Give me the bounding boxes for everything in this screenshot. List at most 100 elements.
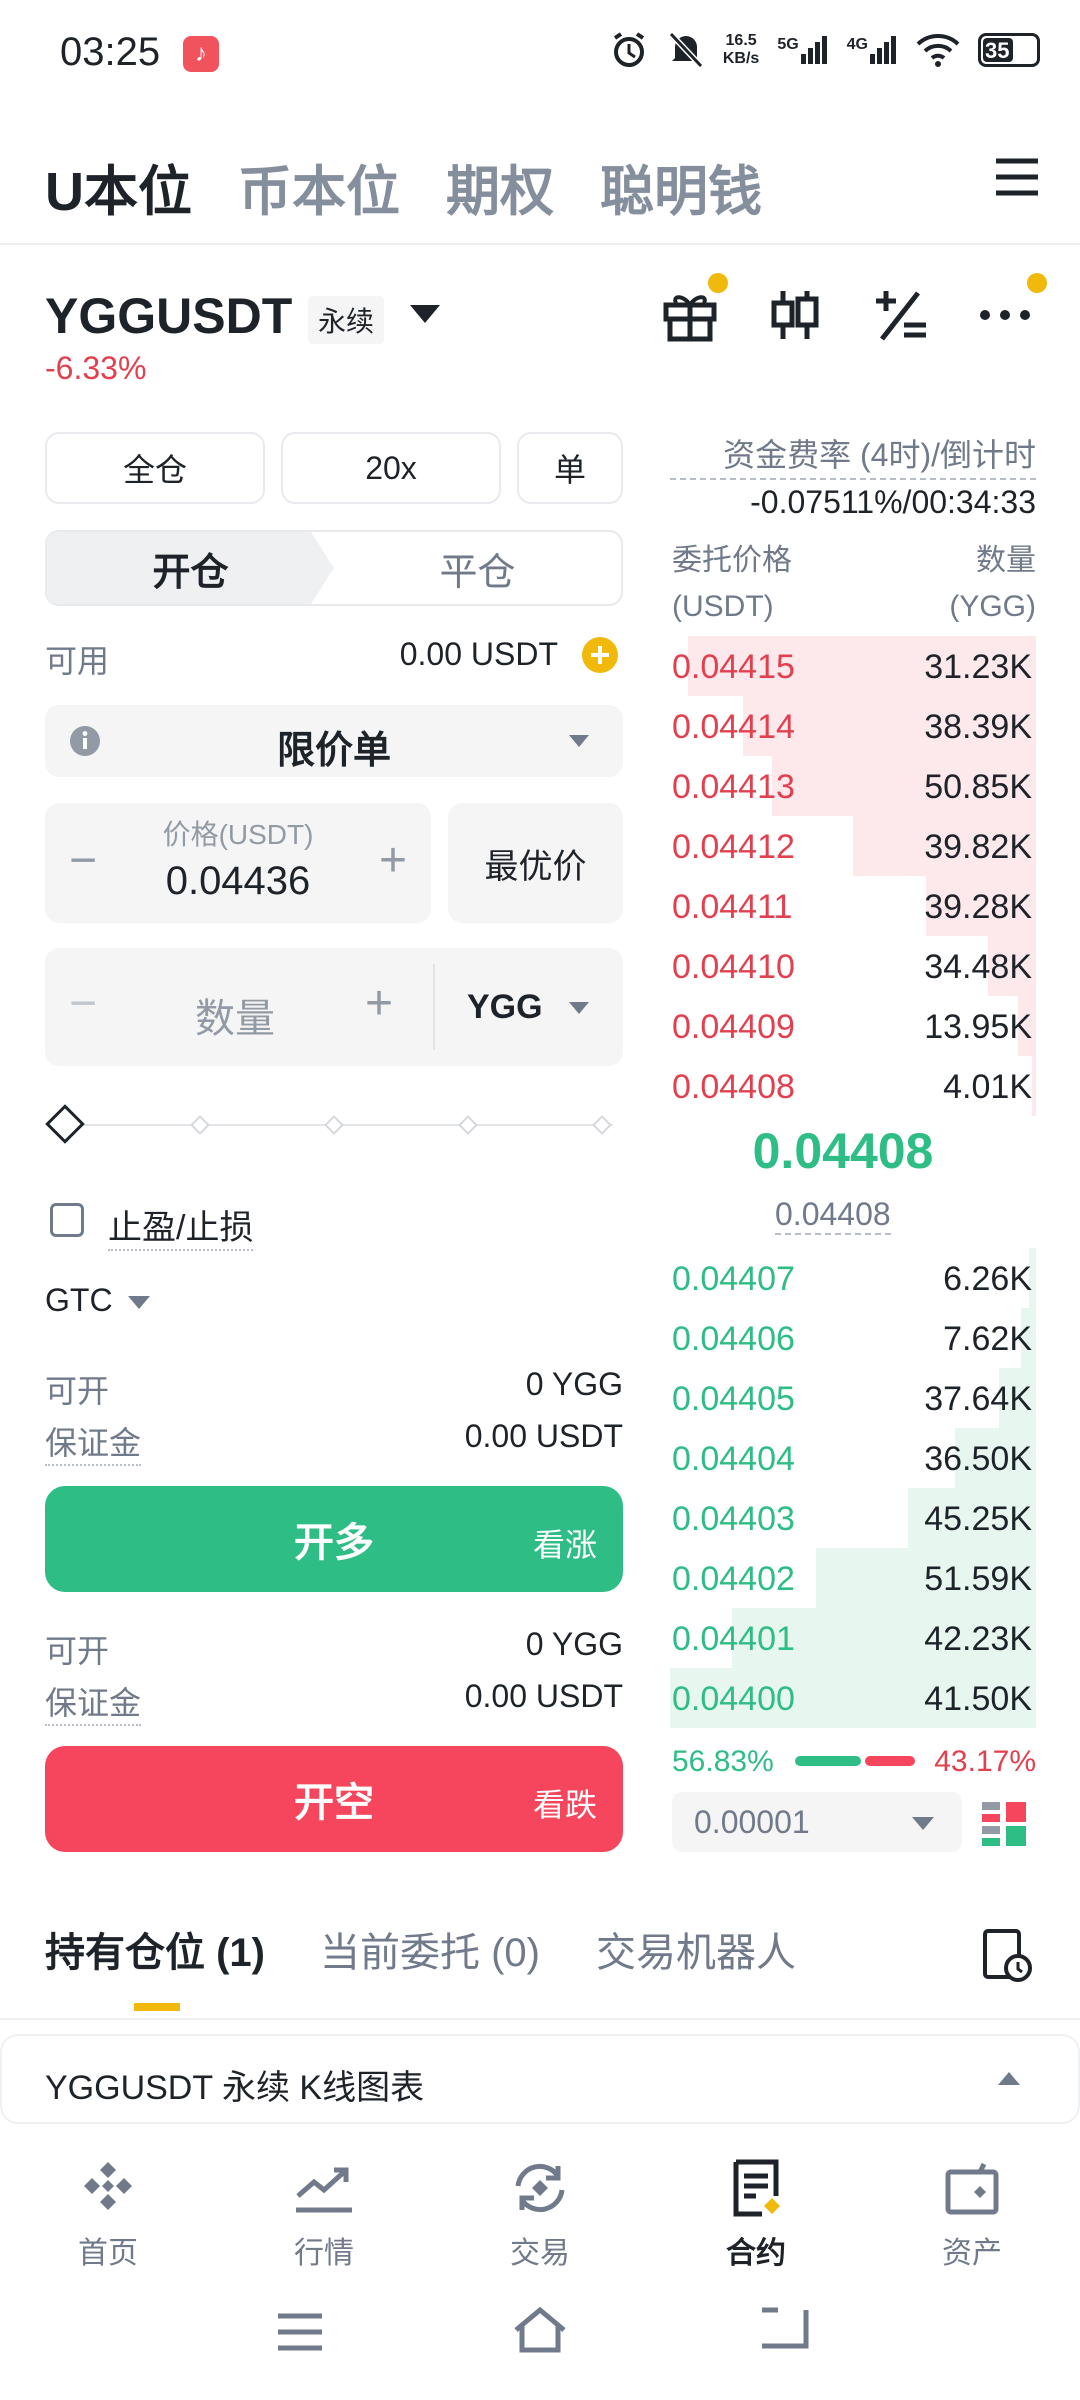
system-nav-bar xyxy=(0,2290,1080,2400)
price-plus-button[interactable]: + xyxy=(379,833,407,888)
home-logo-icon xyxy=(84,2162,132,2210)
open-short-button[interactable]: 开空 看跌 xyxy=(45,1746,623,1852)
chevron-up-icon[interactable] xyxy=(998,2072,1020,2085)
ask-row[interactable]: 0.04408 4.01K xyxy=(670,1056,1036,1116)
nav-assets[interactable]: 资产 xyxy=(864,2140,1080,2280)
nav-futures[interactable]: 合约 xyxy=(648,2140,864,2280)
best-price-button[interactable]: 最优价 xyxy=(448,803,623,923)
quantity-slider[interactable] xyxy=(45,1100,623,1150)
slider-tick[interactable] xyxy=(190,1115,210,1135)
quantity-unit[interactable]: YGG xyxy=(467,988,543,1027)
home-button-icon[interactable] xyxy=(510,2304,570,2356)
price-label: 价格(USDT) xyxy=(162,819,314,850)
symbol-dropdown-icon[interactable] xyxy=(410,305,440,323)
ask-row[interactable]: 0.04415 31.23K xyxy=(670,636,1036,696)
tab-close[interactable]: 平仓 xyxy=(334,532,621,604)
bid-quantity: 42.23K xyxy=(924,1620,1032,1658)
ask-row[interactable]: 0.04412 39.82K xyxy=(670,816,1036,876)
nav-markets[interactable]: 行情 xyxy=(216,2140,432,2280)
short-margin-label[interactable]: 保证金 xyxy=(45,1678,142,1726)
tab-positions[interactable]: 持有仓位 (1) xyxy=(45,1920,265,1978)
quantity-input[interactable]: − 数量 + YGG xyxy=(45,948,623,1066)
chevron-down-icon[interactable] xyxy=(128,1296,150,1309)
bid-row[interactable]: 0.04406 7.62K xyxy=(670,1308,1036,1368)
price-change: -6.33% xyxy=(45,350,147,386)
gift-icon[interactable] xyxy=(660,273,728,345)
quantity-plus-button[interactable]: + xyxy=(365,976,393,1031)
leverage-button[interactable]: 20x xyxy=(281,432,501,504)
nav-home[interactable]: 首页 xyxy=(0,2140,216,2280)
signal-bars-icon xyxy=(870,36,896,64)
signal-5g: 5G xyxy=(777,36,828,64)
tab-coin-margined[interactable]: 币本位 xyxy=(238,147,400,226)
candlestick-chart-icon[interactable] xyxy=(765,285,825,345)
bottom-nav: 首页 行情 交易 合约 资产 xyxy=(0,2140,1080,2280)
tab-smart-money[interactable]: 聪明钱 xyxy=(600,147,762,226)
tab-usdt-margined[interactable]: U本位 xyxy=(45,147,192,226)
back-button-icon[interactable] xyxy=(754,2304,810,2356)
signal-4g-label: 4G xyxy=(846,36,868,53)
tab-open-orders[interactable]: 当前委托 (0) xyxy=(320,1920,540,1978)
bid-quantity: 37.64K xyxy=(924,1380,1032,1418)
ask-row[interactable]: 0.04411 39.28K xyxy=(670,876,1036,936)
ask-row[interactable]: 0.04414 38.39K xyxy=(670,696,1036,756)
slider-tick[interactable] xyxy=(458,1115,478,1135)
net-speed-unit: KB/s xyxy=(722,50,760,67)
bid-row[interactable]: 0.04407 6.26K xyxy=(670,1248,1036,1308)
symbol-name[interactable]: YGGUSDT xyxy=(45,287,292,345)
order-history-icon[interactable] xyxy=(982,1928,1032,1984)
perpetual-badge: 永续 xyxy=(308,296,385,344)
bid-row[interactable]: 0.04402 51.59K xyxy=(670,1548,1036,1608)
long-margin-label[interactable]: 保证金 xyxy=(45,1418,142,1466)
bid-quantity: 7.62K xyxy=(943,1320,1032,1358)
ask-row[interactable]: 0.04413 50.85K xyxy=(670,756,1036,816)
tab-open[interactable]: 开仓 xyxy=(47,532,334,604)
qty-header-unit: (YGG) xyxy=(949,590,1036,623)
bid-quantity: 6.26K xyxy=(943,1260,1032,1298)
slider-tick[interactable] xyxy=(592,1115,612,1135)
tab-options[interactable]: 期权 xyxy=(446,147,554,226)
mark-price[interactable]: 0.04408 xyxy=(775,1196,891,1235)
ask-price: 0.04413 xyxy=(672,768,795,806)
slider-handle[interactable] xyxy=(45,1104,85,1144)
bid-ratio: 56.83% xyxy=(672,1745,774,1778)
funding-rate-label[interactable]: 资金费率 (4时)/倒计时 xyxy=(670,430,1036,480)
chevron-down-icon[interactable] xyxy=(569,1002,589,1014)
ask-row[interactable]: 0.04409 13.95K xyxy=(670,996,1036,1056)
nav-markets-label: 行情 xyxy=(294,2237,354,2270)
bid-row[interactable]: 0.04404 36.50K xyxy=(670,1428,1036,1488)
bid-row[interactable]: 0.04405 37.64K xyxy=(670,1368,1036,1428)
time-in-force-select[interactable]: GTC xyxy=(45,1282,113,1319)
tab-trading-bots[interactable]: 交易机器人 xyxy=(596,1920,796,1978)
bid-quantity: 45.25K xyxy=(924,1500,1032,1538)
tpsl-label[interactable]: 止盈/止损 xyxy=(108,1200,254,1251)
open-long-button[interactable]: 开多 看涨 xyxy=(45,1486,623,1592)
price-value[interactable]: 0.04436 xyxy=(45,859,431,904)
ask-price: 0.04410 xyxy=(672,948,795,986)
bid-row[interactable]: 0.04400 41.50K xyxy=(670,1668,1036,1728)
recent-apps-icon[interactable] xyxy=(274,2310,326,2354)
ask-price: 0.04414 xyxy=(672,708,795,746)
hamburger-menu-icon[interactable] xyxy=(992,152,1042,202)
ask-row[interactable]: 0.04410 34.48K xyxy=(670,936,1036,996)
nav-trade[interactable]: 交易 xyxy=(432,2140,648,2280)
slider-tick[interactable] xyxy=(324,1115,344,1135)
bid-row[interactable]: 0.04401 42.23K xyxy=(670,1608,1036,1668)
trade-swap-icon xyxy=(515,2164,565,2212)
orderbook-price-header: 委托价格 (USDT) xyxy=(672,538,792,630)
order-type-select[interactable]: 限价单 xyxy=(45,705,623,777)
quantity-minus-button[interactable]: − xyxy=(69,976,97,1031)
orderbook-layout-icon[interactable] xyxy=(982,1800,1026,1848)
tpsl-checkbox[interactable] xyxy=(50,1203,84,1237)
ask-quantity: 50.85K xyxy=(924,768,1032,806)
position-mode-button[interactable]: 单 xyxy=(517,432,623,504)
more-options-icon[interactable] xyxy=(975,273,1047,345)
price-input[interactable]: − 价格(USDT) 0.04436 + xyxy=(45,803,431,923)
chevron-down-icon[interactable] xyxy=(912,1817,934,1830)
ask-price: 0.04409 xyxy=(672,1008,795,1046)
ask-quantity: 38.39K xyxy=(924,708,1032,746)
transfer-plus-icon[interactable] xyxy=(580,635,620,675)
margin-mode-button[interactable]: 全仓 xyxy=(45,432,265,504)
calculator-icon[interactable] xyxy=(870,285,930,345)
bid-row[interactable]: 0.04403 45.25K xyxy=(670,1488,1036,1548)
